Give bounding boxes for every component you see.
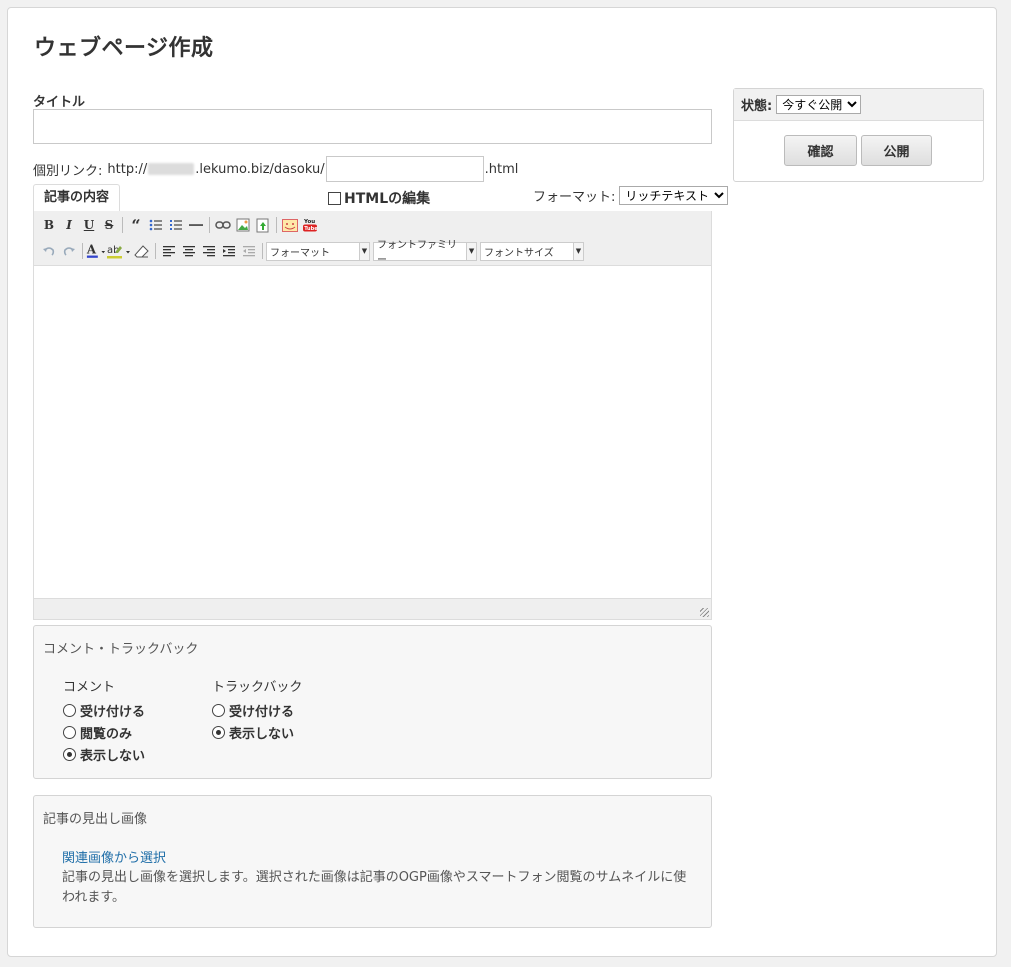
upload-icon[interactable] bbox=[253, 215, 273, 235]
toolbar-separator bbox=[82, 243, 83, 259]
chevron-down-icon: ▼ bbox=[466, 242, 476, 260]
radio-button[interactable] bbox=[63, 703, 76, 717]
format-select[interactable]: リッチテキスト bbox=[619, 186, 729, 205]
radio-button-selected[interactable] bbox=[63, 747, 76, 761]
page-title: ウェブページ作成 bbox=[34, 36, 214, 61]
title-label: タイトル bbox=[33, 95, 86, 110]
comment-column: コメント 受け付ける 閲覧のみ 表示しない bbox=[63, 676, 145, 765]
toolbar-row-2: A ab フォーマット ▼ フォントファミリー ▼ フォントサイズ ▼ bbox=[39, 240, 584, 266]
trackback-option-accept[interactable]: 受け付ける bbox=[212, 699, 302, 721]
permalink-slug-input[interactable] bbox=[325, 156, 484, 182]
comment-panel-title: コメント・トラックバック bbox=[43, 642, 199, 657]
permalink-label: 個別リンク: bbox=[33, 163, 103, 179]
publish-box: 状態: 今すぐ公開 確認 公開 bbox=[733, 88, 984, 182]
html-edit-label: HTMLの編集 bbox=[344, 191, 431, 207]
radio-label: 表示しない bbox=[80, 748, 146, 764]
eraser-icon[interactable] bbox=[132, 241, 152, 261]
chevron-down-icon: ▼ bbox=[573, 242, 583, 260]
font-size-combo-label: フォントサイズ bbox=[484, 247, 554, 259]
permalink-suffix: .html bbox=[484, 161, 519, 177]
permalink-row: 個別リンク: http:// .lekumo.biz/dasoku/ .html bbox=[33, 156, 518, 182]
format-label: フォーマット: bbox=[533, 190, 616, 205]
radio-button-selected[interactable] bbox=[212, 725, 225, 739]
numbered-list-icon[interactable] bbox=[166, 215, 186, 235]
svg-text:A: A bbox=[86, 243, 97, 257]
chevron-down-icon: ▼ bbox=[359, 242, 369, 260]
underline-button[interactable]: U bbox=[79, 215, 99, 235]
format-combo[interactable]: フォーマット ▼ bbox=[266, 241, 370, 261]
html-edit-toggle[interactable]: HTMLの編集 bbox=[328, 188, 430, 208]
editor-toolbar: B I U S “ You Tube A ab フォーマット ▼ フォントファミ… bbox=[33, 211, 712, 266]
font-size-combo[interactable]: フォントサイズ ▼ bbox=[480, 241, 584, 261]
permalink-prefix: http:// bbox=[107, 161, 148, 177]
comment-heading: コメント bbox=[63, 680, 116, 695]
radio-button[interactable] bbox=[63, 725, 76, 739]
html-edit-checkbox[interactable] bbox=[328, 191, 341, 205]
toolbar-separator bbox=[276, 217, 277, 233]
tab-article-content[interactable]: 記事の内容 bbox=[33, 184, 121, 213]
publish-button[interactable]: 公開 bbox=[861, 135, 932, 166]
align-center-icon[interactable] bbox=[179, 241, 199, 261]
svg-text:You: You bbox=[303, 219, 315, 225]
select-related-image-link[interactable]: 関連画像から選択 bbox=[62, 847, 166, 866]
highlight-color-icon[interactable]: ab bbox=[106, 241, 132, 261]
featured-image-panel: 記事の見出し画像 関連画像から選択 記事の見出し画像を選択します。選択された画像… bbox=[33, 795, 712, 928]
outdent-icon[interactable] bbox=[239, 241, 259, 261]
svg-text:Tube: Tube bbox=[304, 226, 318, 232]
emoji-icon[interactable] bbox=[280, 215, 300, 235]
featured-image-title: 記事の見出し画像 bbox=[43, 812, 148, 827]
confirm-button[interactable]: 確認 bbox=[784, 135, 857, 166]
blockquote-button[interactable]: “ bbox=[126, 215, 146, 235]
editor-body[interactable] bbox=[33, 265, 712, 599]
title-input[interactable] bbox=[33, 109, 712, 144]
horizontal-rule-icon[interactable] bbox=[186, 215, 206, 235]
font-family-combo-label: フォントファミリー bbox=[377, 240, 457, 266]
align-left-icon[interactable] bbox=[159, 241, 179, 261]
link-icon[interactable] bbox=[213, 215, 233, 235]
format-combo-label: フォーマット bbox=[270, 247, 330, 259]
image-icon[interactable] bbox=[233, 215, 253, 235]
format-row: フォーマット: リッチテキスト bbox=[533, 186, 729, 205]
editor-statusbar bbox=[33, 599, 712, 620]
align-right-icon[interactable] bbox=[199, 241, 219, 261]
radio-label: 受け付ける bbox=[80, 704, 146, 720]
strikethrough-button[interactable]: S bbox=[99, 215, 119, 235]
publish-box-header: 状態: 今すぐ公開 bbox=[734, 89, 983, 121]
text-color-icon[interactable]: A bbox=[86, 241, 106, 261]
radio-label: 表示しない bbox=[229, 726, 295, 742]
state-row: 状態: 今すぐ公開 bbox=[741, 95, 862, 114]
italic-button[interactable]: I bbox=[59, 215, 79, 235]
undo-icon[interactable] bbox=[39, 241, 59, 261]
toolbar-separator bbox=[122, 217, 123, 233]
toolbar-separator bbox=[262, 243, 263, 259]
toolbar-row-1: B I U S “ You Tube bbox=[39, 214, 320, 236]
radio-button[interactable] bbox=[212, 703, 225, 717]
state-select[interactable]: 今すぐ公開 bbox=[776, 95, 862, 114]
bullet-list-icon[interactable] bbox=[146, 215, 166, 235]
comment-trackback-panel: コメント・トラックバック コメント 受け付ける 閲覧のみ 表示しない トラックバ… bbox=[33, 625, 712, 779]
permalink-redacted bbox=[148, 163, 195, 175]
trackback-heading: トラックバック bbox=[212, 680, 303, 695]
trackback-option-hide[interactable]: 表示しない bbox=[212, 721, 302, 743]
comment-option-readonly[interactable]: 閲覧のみ bbox=[63, 721, 145, 743]
state-label: 状態: bbox=[741, 99, 773, 114]
bold-button[interactable]: B bbox=[39, 215, 59, 235]
permalink-domain: .lekumo.biz/dasoku/ bbox=[195, 161, 325, 177]
comment-option-hide[interactable]: 表示しない bbox=[63, 743, 145, 765]
comment-option-accept[interactable]: 受け付ける bbox=[63, 699, 145, 721]
radio-label: 閲覧のみ bbox=[80, 726, 133, 742]
page-container: ウェブページ作成 タイトル 個別リンク: http:// .lekumo.biz… bbox=[7, 7, 997, 957]
featured-image-description: 記事の見出し画像を選択します。選択された画像は記事のOGP画像やスマートフォン閲… bbox=[62, 870, 687, 905]
font-family-combo[interactable]: フォントファミリー ▼ bbox=[373, 240, 477, 266]
toolbar-separator bbox=[209, 217, 210, 233]
youtube-icon[interactable]: You Tube bbox=[300, 215, 320, 235]
toolbar-separator bbox=[155, 243, 156, 259]
indent-icon[interactable] bbox=[219, 241, 239, 261]
trackback-column: トラックバック 受け付ける 表示しない bbox=[212, 676, 302, 743]
resize-handle-icon[interactable] bbox=[700, 608, 709, 617]
redo-icon[interactable] bbox=[59, 241, 79, 261]
radio-label: 受け付ける bbox=[229, 704, 295, 720]
